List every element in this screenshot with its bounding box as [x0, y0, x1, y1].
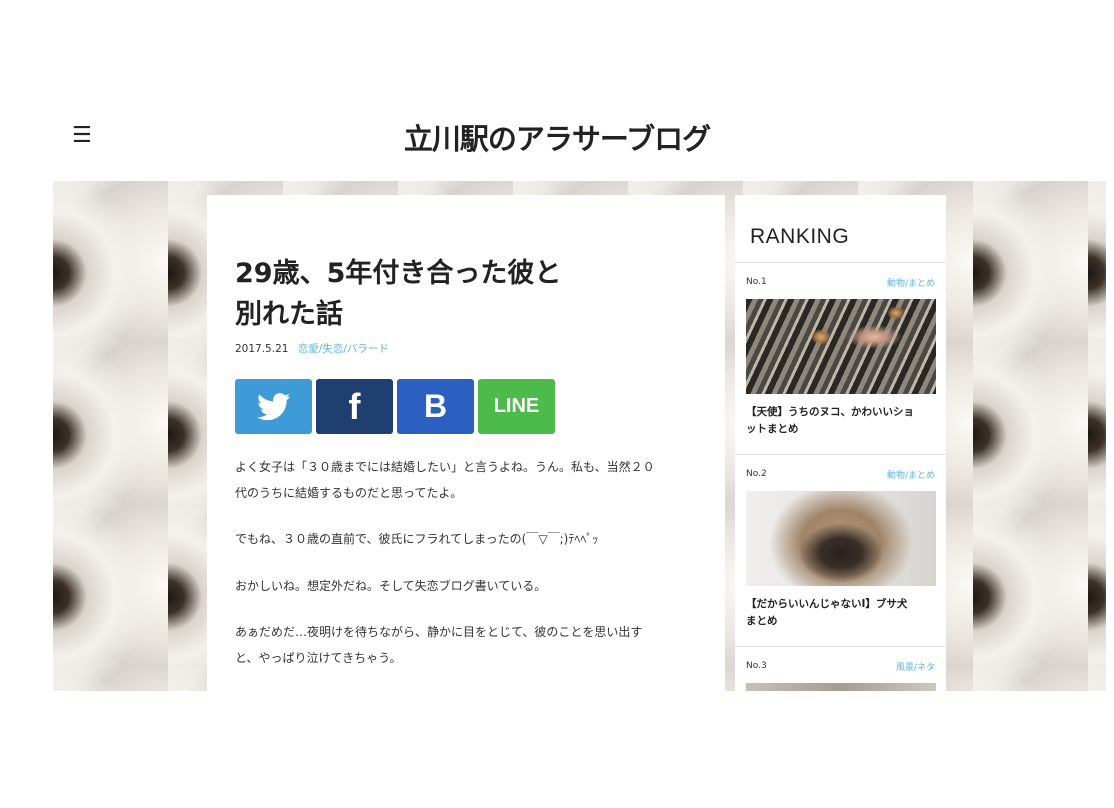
ranking-sidebar: RANKING No.1 動物/まとめ 【天使】うちのヌコ、かわいいショ ットま… — [735, 195, 946, 691]
article-paragraph: でもね、３０歳の直前で、彼氏にフラれてしまったの(￣▽￣;)ﾃﾍﾍﾟｯ — [235, 526, 701, 552]
paragraph-line: 代のうちに結婚するものだと思ってたよ。 — [235, 486, 463, 500]
line-share-button[interactable]: LINE — [478, 379, 555, 434]
ranking-number: No.3 — [746, 661, 767, 671]
article-date: 2017.5.21 — [235, 343, 289, 355]
ranking-category-link[interactable]: 動物/まとめ — [887, 276, 935, 289]
article-paragraph: おかしいね。想定外だね。そして失恋ブログ書いている。 — [235, 573, 701, 599]
divider — [735, 646, 946, 647]
paragraph-line: よく女子は「３０歳までには結婚したい」と言うよね。うん。私も、当然２０ — [235, 460, 655, 474]
facebook-label: f — [348, 385, 361, 427]
site-title[interactable]: 立川駅のアラサーブログ — [0, 116, 1114, 158]
divider — [735, 454, 946, 455]
paragraph-line: でもね、３０歳の直前で、彼氏にフラれてしまったの(￣▽￣;)ﾃﾍﾍﾟｯ — [235, 532, 599, 546]
article-paragraph: あぁだめだ…夜明けを待ちながら、静かに目をとじて、彼のことを思い出す と、やっぱ… — [235, 619, 701, 671]
ranking-number: No.2 — [746, 469, 767, 479]
ranking-item-title[interactable]: 【だからいいんじゃないI】ブサ犬 まとめ — [746, 596, 938, 630]
ranking-image-dog[interactable] — [746, 491, 936, 586]
article-category-link[interactable]: 恋愛/失恋/バラード — [298, 343, 389, 355]
ranking-title-line: ットまとめ — [746, 423, 799, 435]
ranking-category-link[interactable]: 動物/まとめ — [887, 468, 935, 481]
article-card: 29歳、5年付き合った彼と 別れた話 2017.5.21 恋愛/失恋/バラード … — [207, 195, 725, 691]
article-title: 29歳、5年付き合った彼と 別れた話 — [235, 253, 635, 335]
background-pattern: 29歳、5年付き合った彼と 別れた話 2017.5.21 恋愛/失恋/バラード … — [53, 181, 1106, 691]
ranking-title-line: 【だからいいんじゃないI】ブサ犬 — [746, 598, 908, 610]
hatena-label: B — [423, 388, 448, 424]
ranking-number: No.1 — [746, 277, 767, 287]
ranking-title-line: まとめ — [746, 615, 778, 627]
hatena-bookmark-button[interactable]: B — [397, 379, 474, 434]
ranking-item-title[interactable]: 【天使】うちのヌコ、かわいいショ ットまとめ — [746, 404, 938, 438]
ranking-image-cat[interactable] — [746, 299, 936, 394]
ranking-title-line: 【天使】うちのヌコ、かわいいショ — [746, 406, 914, 418]
article-paragraph: よく女子は「３０歳までには結婚したい」と言うよね。うん。私も、当然２０ 代のうち… — [235, 454, 701, 506]
article-title-line: 別れた話 — [235, 299, 343, 330]
divider — [735, 262, 946, 263]
ranking-category-link[interactable]: 風景/ネタ — [896, 660, 935, 673]
twitter-share-button[interactable] — [235, 379, 312, 434]
ranking-image[interactable] — [746, 683, 936, 691]
facebook-share-button[interactable]: f — [316, 379, 393, 434]
paragraph-line: と、やっぱり泣けてきちゃう。 — [235, 651, 402, 665]
article-title-line: 29歳、5年付き合った彼と — [235, 258, 562, 289]
paragraph-line: おかしいね。想定外だね。そして失恋ブログ書いている。 — [235, 579, 547, 593]
article-meta: 2017.5.21 恋愛/失恋/バラード — [235, 341, 389, 356]
line-label: LINE — [493, 395, 540, 417]
twitter-bird-icon — [256, 392, 290, 420]
paragraph-line: あぁだめだ…夜明けを待ちながら、静かに目をとじて、彼のことを思い出す — [235, 625, 643, 639]
ranking-title: RANKING — [750, 225, 850, 248]
